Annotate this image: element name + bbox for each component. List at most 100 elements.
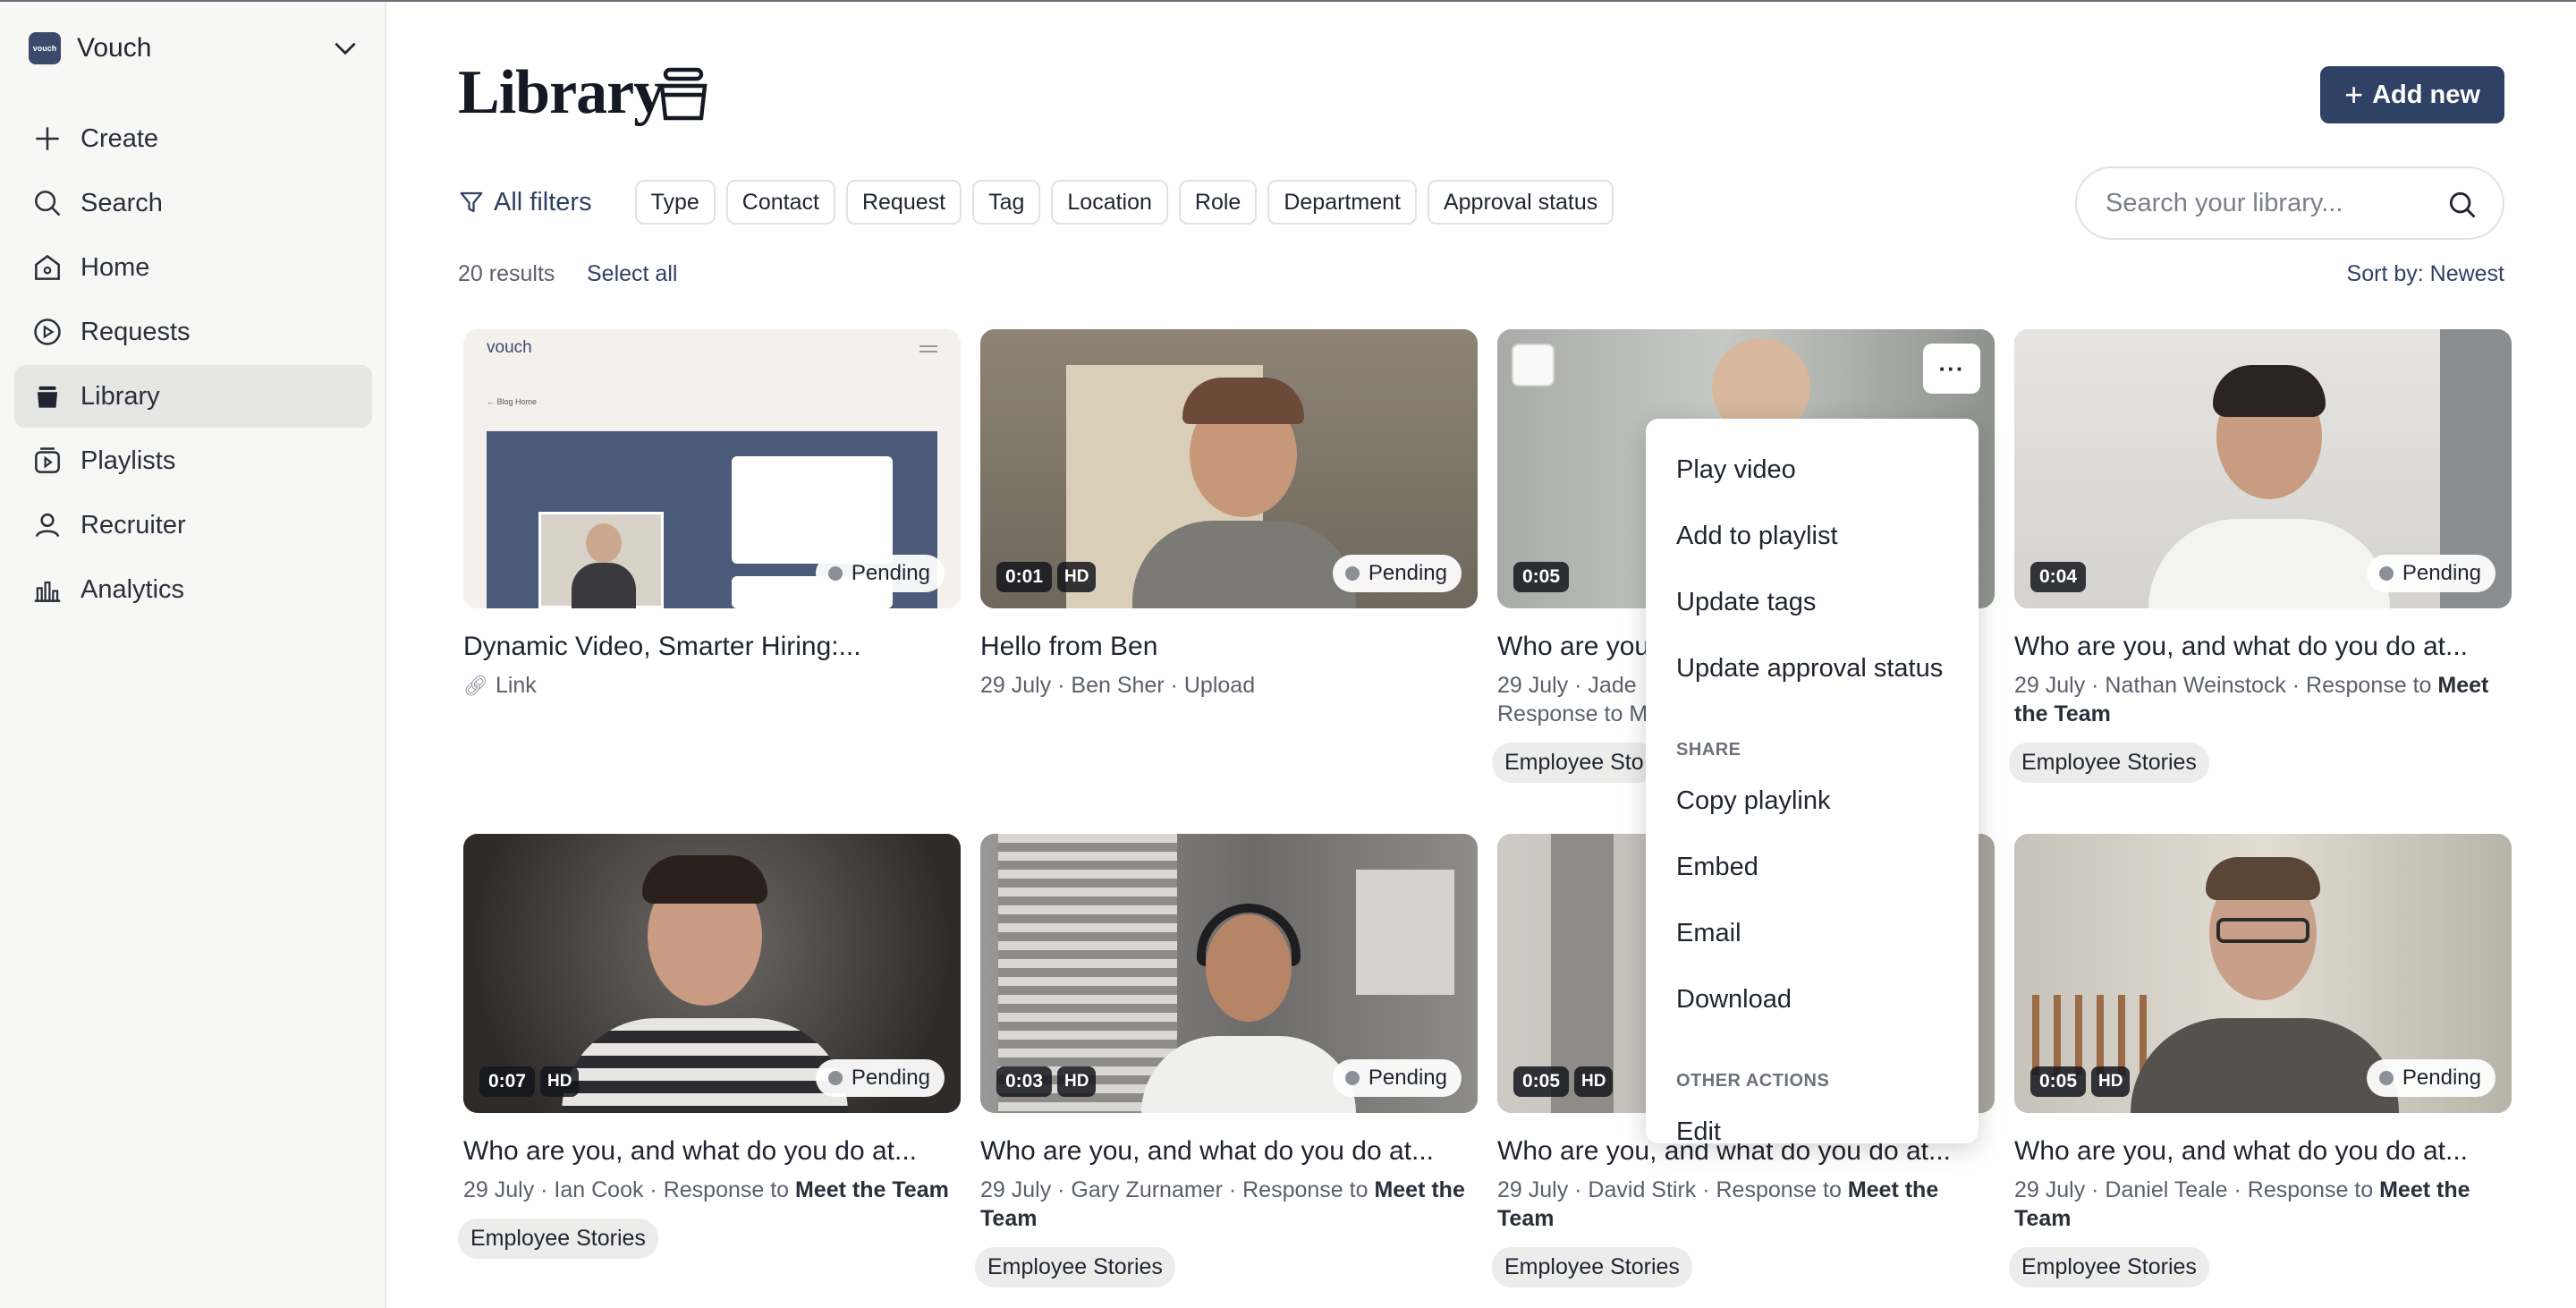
sidebar-item-create[interactable]: Create	[14, 107, 372, 170]
menu-item-embed[interactable]: Embed	[1646, 834, 1979, 900]
video-card[interactable]: 0:01 HD Pending Hello from Ben 29 July ·…	[980, 329, 1478, 700]
status-badge: Pending	[1332, 1059, 1462, 1097]
tag-badge[interactable]: Employee Sto	[1492, 743, 1657, 783]
video-meta: 29 July · Ian Cook · Response to Meet th…	[463, 1177, 949, 1202]
filter-chip-type[interactable]: Type	[634, 180, 716, 225]
menu-item-edit[interactable]: Edit	[1646, 1099, 1979, 1144]
sidebar-nav: Create Search Home Requests Library Play…	[14, 107, 372, 623]
add-new-label: Add new	[2372, 80, 2480, 109]
sidebar-item-library[interactable]: Library	[14, 365, 372, 428]
menu-item-download[interactable]: Download	[1646, 966, 1979, 1032]
playlist-icon	[35, 447, 60, 473]
sidebar-item-home[interactable]: Home	[14, 236, 372, 299]
video-title[interactable]: Hello from Ben	[980, 632, 1478, 662]
menu-item-update-tags[interactable]: Update tags	[1646, 569, 1979, 635]
hd-badge: HD	[540, 1066, 580, 1097]
video-meta: 29 July · Daniel Teale · Response to Mee…	[2014, 1177, 2470, 1231]
video-thumbnail[interactable]: 0:01 HD Pending	[980, 329, 1478, 608]
status-badge: Pending	[2366, 555, 2496, 592]
filter-icon	[460, 191, 483, 213]
library-search-input[interactable]: Search your library...	[2075, 166, 2504, 240]
thumbnail-back-link: ← Blog Home	[487, 397, 538, 406]
tag-badge[interactable]: Employee Stories	[975, 1247, 1175, 1287]
video-title[interactable]: Who are you, and what do you do at...	[463, 1136, 961, 1167]
video-card[interactable]: 0:03 HD Pending Who are you, and what do…	[975, 834, 1478, 1287]
video-card[interactable]: 0:07 HD Pending Who are you, and what do…	[458, 834, 961, 1259]
thumbnail-cap	[1182, 378, 1304, 424]
duration-badge: 0:05	[1513, 1066, 1570, 1097]
status-badge: Pending	[815, 1059, 945, 1097]
add-new-button[interactable]: + Add new	[2320, 66, 2504, 123]
filter-chip-request[interactable]: Request	[845, 180, 962, 225]
thumbnail-hair	[642, 855, 767, 904]
video-thumbnail[interactable]: vouch ← Blog Home Pending	[463, 329, 961, 608]
workspace-switcher[interactable]: vouch Vouch	[29, 29, 360, 68]
library-outline-icon	[659, 67, 708, 121]
video-thumbnail[interactable]: 0:07 HD Pending	[463, 834, 961, 1113]
menu-section-share: SHARE	[1676, 740, 1741, 760]
select-checkbox[interactable]	[1512, 344, 1555, 386]
library-icon	[37, 386, 58, 408]
video-card[interactable]: 0:04 Pending Who are you, and what do yo…	[2009, 329, 2512, 783]
sidebar-item-recruiter[interactable]: Recruiter	[14, 494, 372, 556]
video-thumbnail[interactable]: 0:04 Pending	[2014, 329, 2512, 608]
video-meta: 29 July · Nathan Weinstock · Response to…	[2014, 673, 2489, 726]
select-all-link[interactable]: Select all	[587, 261, 677, 287]
all-filters-button[interactable]: All filters	[458, 188, 592, 217]
filter-chip-approval-status[interactable]: Approval status	[1427, 180, 1614, 225]
home-icon	[35, 254, 60, 280]
menu-item-add-to-playlist[interactable]: Add to playlist	[1646, 503, 1979, 569]
sort-dropdown[interactable]: Sort by: Newest	[2338, 261, 2504, 287]
video-title[interactable]: Who are you, and what do you do at...	[980, 1136, 1478, 1167]
tag-badge[interactable]: Employee Stories	[1492, 1247, 1692, 1287]
menu-item-email[interactable]: Email	[1646, 900, 1979, 966]
analytics-icon	[34, 581, 61, 602]
sidebar-item-label: Search	[80, 188, 163, 217]
results-count: 20 results	[458, 261, 555, 286]
menu-item-update-approval-status[interactable]: Update approval status	[1646, 635, 1979, 701]
filter-chip-department[interactable]: Department	[1267, 180, 1417, 225]
filter-chip-role[interactable]: Role	[1178, 180, 1258, 225]
plus-icon: +	[2344, 76, 2364, 113]
duration-badge: 0:05	[1513, 562, 1570, 592]
video-meta: 29 July · David Stirk · Response to Meet…	[1497, 1177, 1939, 1231]
video-title[interactable]: Who are you, and what do you do at...	[2014, 1136, 2512, 1167]
tag-badge[interactable]: Employee Stories	[458, 1219, 658, 1259]
duration-badge: 0:01	[996, 562, 1053, 592]
sidebar-item-analytics[interactable]: Analytics	[14, 558, 372, 621]
menu-item-copy-playlink[interactable]: Copy playlink	[1646, 768, 1979, 834]
sidebar-item-search[interactable]: Search	[14, 172, 372, 234]
video-title[interactable]: Dynamic Video, Smarter Hiring:...	[463, 632, 961, 662]
video-card[interactable]: 0:05 HD Pending Who are you, and what do…	[2009, 834, 2512, 1287]
video-thumbnail[interactable]: 0:05 HD Pending	[2014, 834, 2512, 1113]
hd-badge: HD	[1057, 562, 1097, 592]
chevron-down-icon	[335, 42, 356, 55]
sidebar-item-label: Requests	[80, 317, 191, 346]
duration-badge: 0:04	[2030, 562, 2087, 592]
sidebar-item-playlists[interactable]: Playlists	[14, 429, 372, 492]
tag-badge[interactable]: Employee Stories	[2009, 1247, 2209, 1287]
link-icon: 🔗︎	[463, 675, 488, 697]
thumbnail-chair	[2032, 995, 2148, 1075]
filter-chip-tag[interactable]: Tag	[972, 180, 1041, 225]
workspace-name: Vouch	[77, 33, 152, 63]
filter-chip-location[interactable]: Location	[1051, 180, 1168, 225]
menu-item-play-video[interactable]: Play video	[1646, 437, 1979, 503]
video-meta: 29 July · Ben Sher · Upload	[980, 673, 1256, 698]
sidebar-item-label: Create	[80, 123, 159, 153]
tag-badge[interactable]: Employee Stories	[2009, 743, 2209, 783]
filter-chip-contact[interactable]: Contact	[725, 180, 835, 225]
sidebar-item-label: Analytics	[80, 574, 185, 604]
more-options-button[interactable]: ···	[1923, 344, 1980, 394]
duration-badge: 0:03	[996, 1066, 1053, 1097]
thumbnail-hair	[2213, 365, 2326, 417]
status-badge: Pending	[815, 555, 945, 592]
video-thumbnail[interactable]: 0:03 HD Pending	[980, 834, 1478, 1113]
duration-badge: 0:07	[479, 1066, 536, 1097]
menu-section-other-actions: OTHER ACTIONS	[1676, 1071, 1830, 1091]
sidebar-item-requests[interactable]: Requests	[14, 301, 372, 363]
search-placeholder: Search your library...	[2106, 188, 2343, 217]
video-title[interactable]: Who are you, and what do you do at...	[2014, 632, 2512, 662]
all-filters-label: All filters	[494, 187, 592, 217]
video-card[interactable]: vouch ← Blog Home Pending Dynamic Video,…	[463, 329, 961, 701]
